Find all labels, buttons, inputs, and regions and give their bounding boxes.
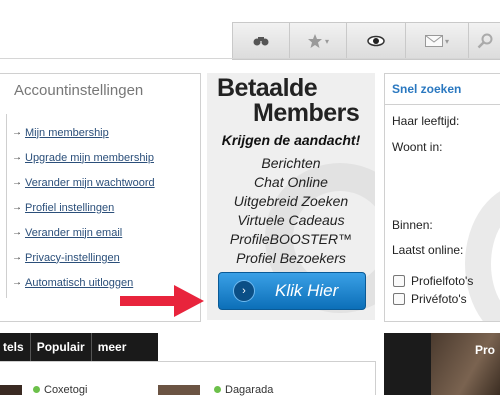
member-photo[interactable] — [158, 385, 200, 395]
feature-item: Virtuele Cadeaus — [237, 212, 345, 228]
divider — [0, 361, 376, 362]
tab-popular[interactable]: Populair — [31, 333, 92, 361]
online-status-icon — [214, 386, 221, 393]
search-button[interactable] — [469, 23, 500, 59]
featured-label: Pro — [475, 343, 496, 357]
list-item: → Profiel instellingen — [12, 195, 155, 220]
quick-search-header: Snel zoeken — [385, 74, 500, 105]
chevron-right-icon: › — [233, 280, 255, 302]
private-photos-label: Privéfoto's — [411, 292, 467, 306]
chevron-down-icon: ▾ — [444, 36, 449, 46]
arrow-right-icon: → — [12, 252, 22, 263]
link-upgrade-membership[interactable]: Upgrade mijn membership — [25, 152, 154, 164]
profile-photos-label: Profielfoto's — [411, 274, 474, 288]
arrow-right-icon: → — [12, 277, 22, 288]
tab-latest[interactable]: tels — [0, 333, 31, 361]
envelope-icon — [424, 35, 443, 47]
arrow-right-icon: → — [12, 227, 22, 238]
star-icon — [307, 33, 323, 49]
promo-headline-2: Members — [253, 99, 360, 127]
link-auto-logout[interactable]: Automatisch uitloggen — [25, 277, 133, 289]
account-settings-title: Accountinstellingen — [14, 82, 144, 99]
feature-item: Uitgebreid Zoeken — [233, 193, 349, 209]
link-my-membership[interactable]: Mijn membership — [25, 127, 109, 139]
red-arrow-icon — [120, 285, 204, 317]
promo-tagline: Krijgen de aandacht! — [221, 132, 361, 148]
feature-item: Profiel Bezoekers — [236, 250, 346, 266]
divider — [375, 361, 376, 395]
quick-search-title: Snel zoeken — [392, 82, 462, 96]
list-item: → Mijn membership — [12, 120, 155, 145]
last-online-label: Laatst online: — [392, 243, 464, 257]
arrow-right-icon: → — [12, 127, 22, 138]
favorites-button[interactable]: ▾ — [290, 23, 347, 59]
feature-item: Chat Online — [254, 174, 328, 190]
feature-item: ProfileBOOSTER™ — [229, 231, 353, 247]
premium-promo-banner: Betaalde Members Krijgen de aandacht! Be… — [207, 73, 375, 320]
checkbox-box[interactable] — [393, 293, 405, 305]
profile-views-button[interactable] — [347, 23, 406, 59]
eye-icon — [367, 35, 385, 47]
checkbox-box[interactable] — [393, 275, 405, 287]
within-label: Binnen: — [392, 218, 433, 232]
member-name[interactable]: Coxetogi — [44, 384, 87, 396]
click-here-label: Klik Hier — [275, 281, 339, 300]
divider — [6, 114, 7, 298]
header-divider — [0, 58, 500, 59]
member-name[interactable]: Dagarada — [225, 384, 273, 396]
top-toolbar: ▾ ▾ — [232, 22, 500, 60]
list-item: → Privacy-instellingen — [12, 245, 155, 270]
account-links: → Mijn membership → Upgrade mijn membershi… — [12, 120, 155, 295]
search-users-button[interactable] — [233, 23, 290, 59]
arrow-right-icon: → — [12, 202, 22, 213]
feature-item: Berichten — [261, 155, 321, 171]
tab-more[interactable]: meer — [92, 333, 133, 361]
online-status-icon — [33, 386, 40, 393]
decorative-ring — [465, 184, 500, 321]
list-item: → Verander mijn email — [12, 220, 155, 245]
binoculars-icon — [253, 35, 269, 47]
list-item: → Verander mijn wachtwoord — [12, 170, 155, 195]
search-icon — [477, 33, 493, 49]
messages-button[interactable]: ▾ — [406, 23, 469, 59]
list-item: → Upgrade mijn membership — [12, 145, 155, 170]
promo-features: Berichten Chat Online Uitgebreid Zoeken … — [207, 154, 375, 268]
click-here-button[interactable]: › Klik Hier — [218, 272, 366, 310]
link-change-email[interactable]: Verander mijn email — [25, 227, 122, 239]
link-profile-settings[interactable]: Profiel instellingen — [25, 202, 114, 214]
private-photos-checkbox[interactable]: Privéfoto's — [393, 292, 467, 306]
arrow-right-icon: → — [12, 152, 22, 163]
chevron-down-icon: ▾ — [324, 36, 329, 46]
arrow-right-icon: → — [12, 177, 22, 188]
location-label: Woont in: — [392, 140, 443, 154]
link-privacy-settings[interactable]: Privacy-instellingen — [25, 252, 120, 264]
age-label: Haar leeftijd: — [392, 114, 460, 128]
link-change-password[interactable]: Verander mijn wachtwoord — [25, 177, 155, 189]
promo-headline: Betaalde — [217, 74, 318, 102]
quick-search-panel: Snel zoeken Haar leeftijd: Woont in: Bin… — [384, 73, 500, 322]
member-tabs: tels Populair meer — [0, 333, 158, 361]
profile-photos-checkbox[interactable]: Profielfoto's — [393, 274, 473, 288]
member-photo[interactable] — [0, 385, 22, 395]
